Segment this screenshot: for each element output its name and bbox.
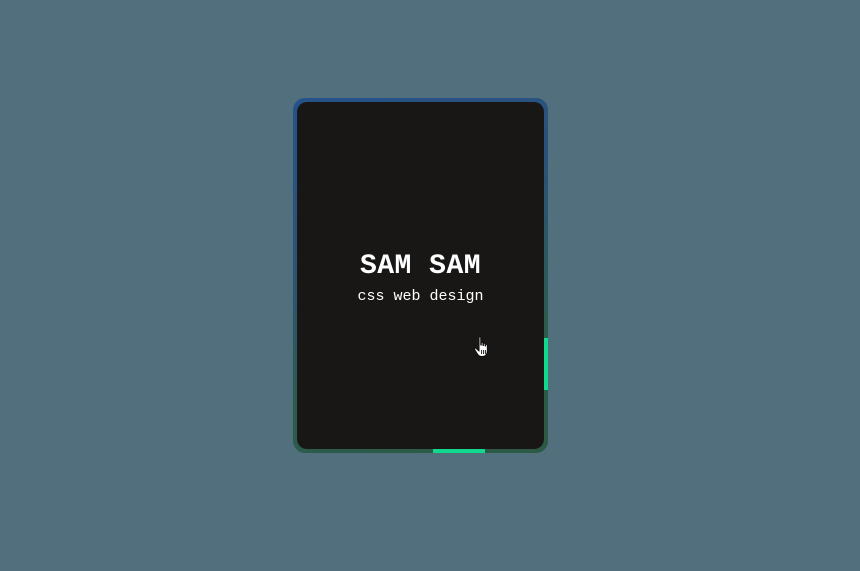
page-background: SAM SAM css web design	[0, 0, 860, 571]
card-body[interactable]: SAM SAM css web design	[297, 102, 544, 449]
card-title: SAM SAM	[359, 251, 482, 282]
card-subtitle: css web design	[357, 288, 484, 305]
hand-pointer-icon	[473, 336, 488, 358]
profile-card[interactable]: SAM SAM css web design	[293, 98, 548, 453]
